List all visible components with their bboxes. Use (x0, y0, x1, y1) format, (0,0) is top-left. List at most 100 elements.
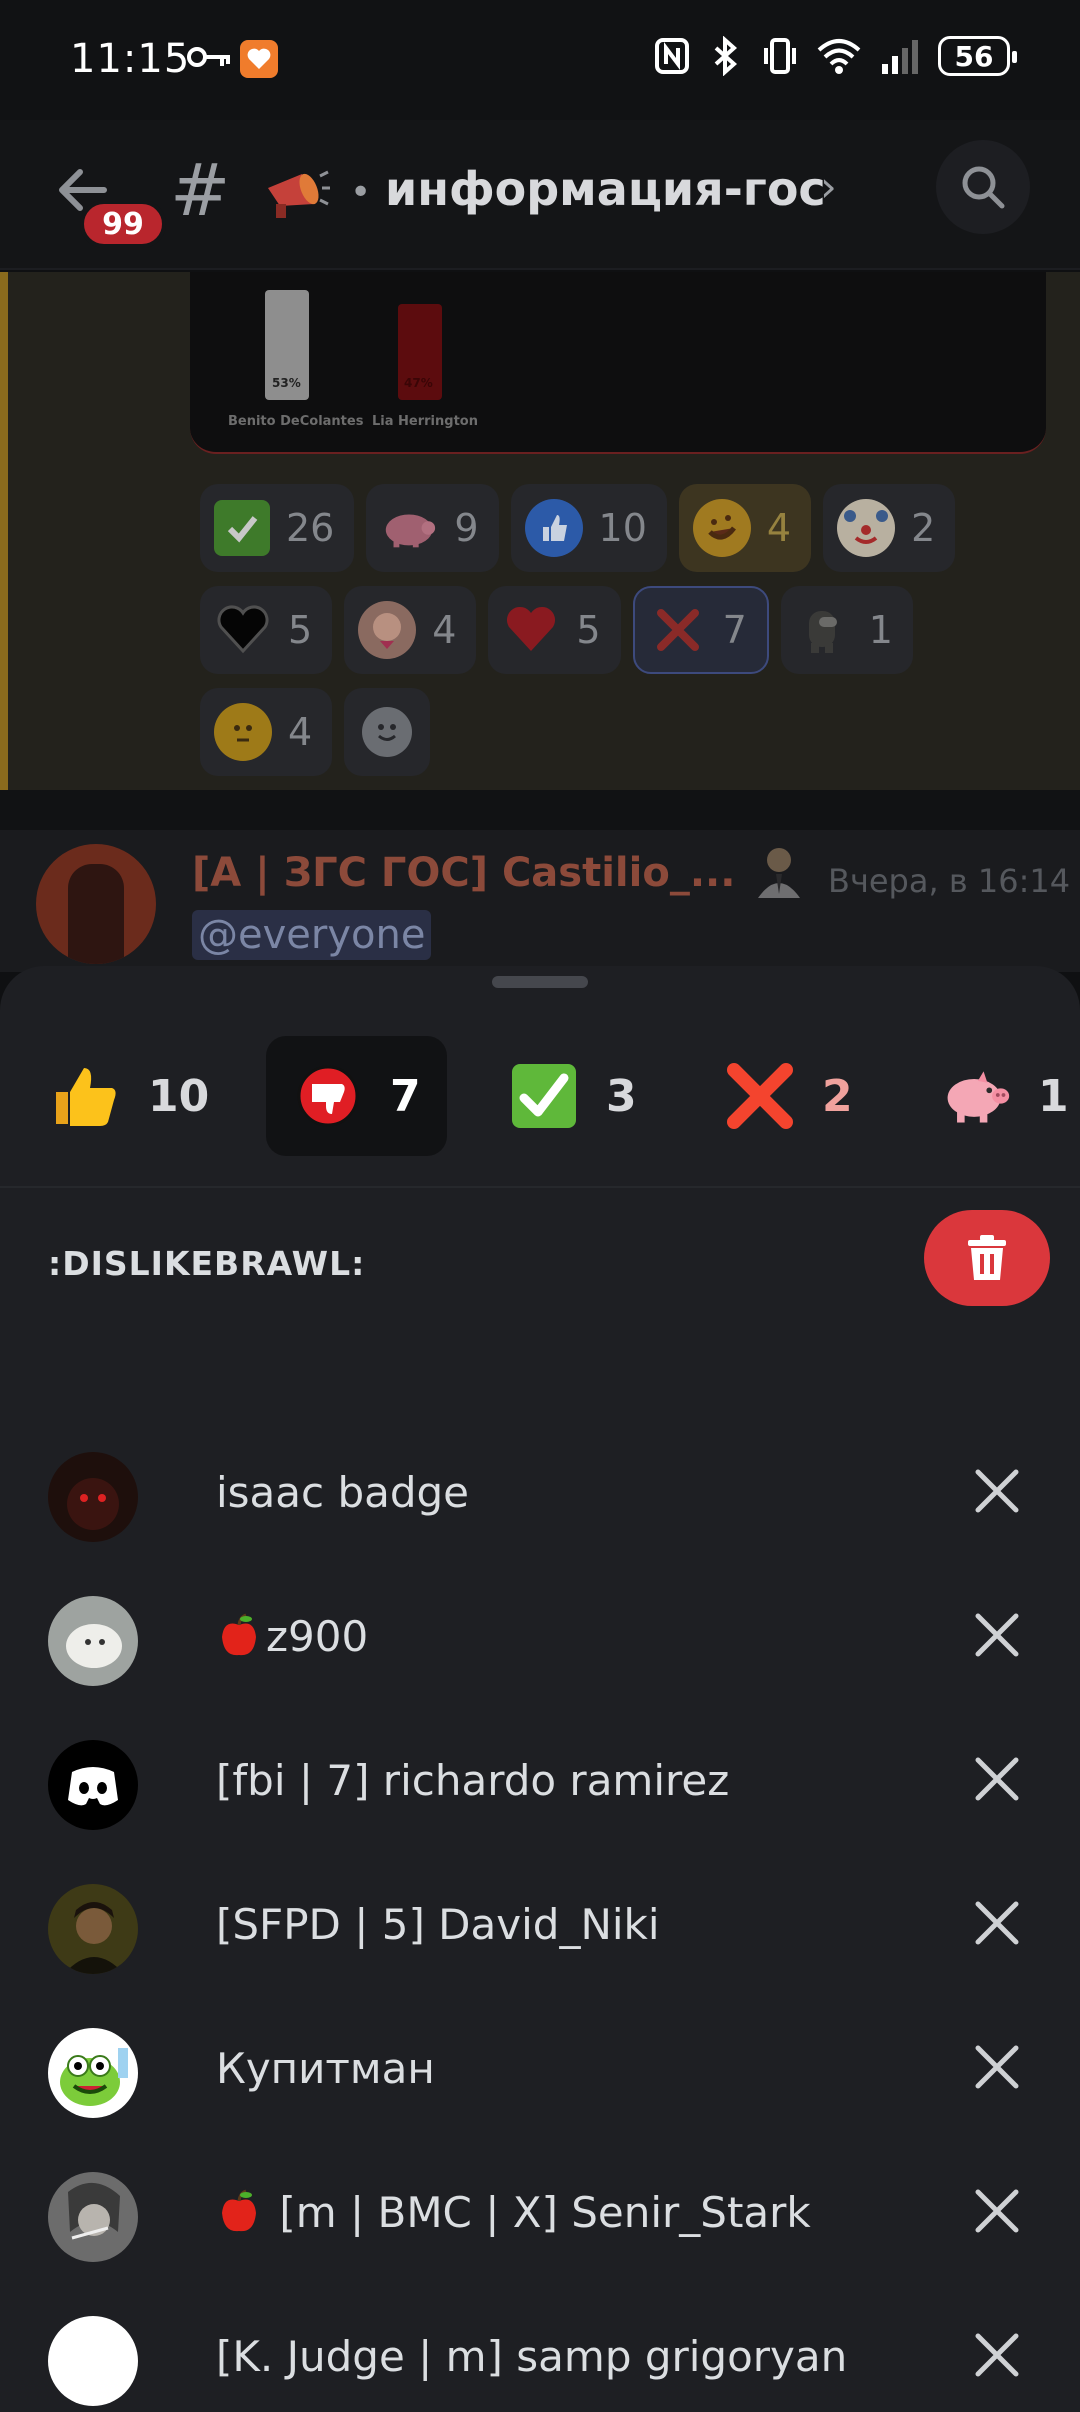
tab-count: 1 (1038, 1070, 1069, 1122)
close-icon[interactable] (972, 2042, 1022, 2092)
delete-reaction-button[interactable] (924, 1210, 1050, 1306)
reaction-user-list: isaac badge z900 [fbi | 7] richardo rami… (0, 1424, 1080, 2412)
avatar[interactable] (48, 2172, 138, 2262)
everyone-mention[interactable]: @everyone (192, 910, 432, 960)
close-icon[interactable] (972, 1898, 1022, 1948)
message-timestamp: Вчера, в 16:14 (828, 862, 1071, 900)
pig-icon (940, 1060, 1012, 1132)
reaction-thumbs-up-blue[interactable]: 10 (510, 484, 667, 572)
reaction-count: 5 (288, 608, 313, 652)
reaction-tabs: 10 7 3 2 1 (0, 1036, 1080, 1166)
avatar[interactable] (48, 2316, 138, 2406)
channel-header: 99 # • информация-гос › (0, 120, 1080, 270)
close-icon[interactable] (972, 2330, 1022, 2380)
nfc-icon (655, 38, 689, 74)
cross-mark-icon (724, 1060, 796, 1132)
list-item[interactable]: isaac badge (0, 1424, 1080, 1568)
reaction-clown[interactable]: 2 (823, 484, 956, 572)
channel-title[interactable]: информация-гос (385, 162, 826, 216)
health-app-icon (240, 40, 278, 78)
anime-girl-icon (358, 601, 417, 659)
tab-cross-mark[interactable]: 2 (698, 1036, 879, 1156)
reaction-count: 10 (598, 506, 647, 550)
avatar[interactable] (48, 1740, 138, 1830)
user-name: isaac badge (216, 1468, 470, 1517)
list-item[interactable]: [K. Judge | m] samp grigoryan (0, 2288, 1080, 2412)
message-author-avatar[interactable] (36, 844, 156, 964)
user-name: [fbi | 7] richardo ramirez (216, 1756, 730, 1805)
rofl-icon (692, 499, 751, 557)
close-icon[interactable] (972, 1754, 1022, 1804)
bluetooth-icon (714, 36, 738, 76)
selected-emoji-name: :DISLIKEBRAWL: (48, 1244, 366, 1283)
avatar[interactable] (48, 1452, 138, 1542)
avatar[interactable] (48, 1884, 138, 1974)
reaction-amogus[interactable]: 1 (780, 586, 913, 674)
status-bar: 11:15 56 (0, 0, 1080, 120)
search-icon (962, 166, 1005, 209)
unread-badge: 99 (80, 200, 166, 248)
message-author[interactable]: [А | ЗГС ГОС] Castilio_... (192, 850, 735, 896)
add-reaction-button[interactable] (344, 688, 431, 776)
poll-result-image[interactable]: 53% 47% Benito DeColantes Lia Herrington (190, 272, 1046, 454)
add-reaction-icon (362, 707, 413, 757)
check-mark-icon (508, 1060, 580, 1132)
reaction-pig[interactable]: 9 (366, 484, 499, 572)
vibrate-icon (764, 38, 796, 74)
black-heart-icon (214, 601, 272, 659)
tab-count: 10 (148, 1070, 210, 1122)
reaction-cross[interactable]: 7 (632, 586, 769, 674)
chat-area: 53% 47% Benito DeColantes Lia Herrington… (0, 272, 1080, 972)
close-icon[interactable] (972, 1466, 1022, 1516)
reaction-count: 4 (766, 506, 792, 550)
sheet-drag-handle[interactable] (492, 976, 588, 988)
reaction-count: 5 (576, 608, 601, 652)
thumbs-up-icon (50, 1060, 122, 1132)
reaction-rofl[interactable]: 4 (678, 484, 812, 572)
reaction-thinking[interactable]: 4 (200, 688, 333, 776)
amogus-icon (795, 601, 853, 659)
reaction-count: 9 (454, 506, 479, 550)
hash-icon: # (170, 148, 231, 232)
tab-thumbs-up[interactable]: 10 (24, 1036, 235, 1156)
list-item[interactable]: [fbi | 7] richardo ramirez (0, 1712, 1080, 1856)
poll-bar-2-percent: 47% (404, 376, 433, 390)
avatar[interactable] (48, 2028, 138, 2118)
reaction-count: 26 (286, 506, 335, 550)
poll-bar-1-percent: 53% (272, 376, 301, 390)
close-icon[interactable] (972, 1610, 1022, 1660)
signal-icon (882, 40, 918, 74)
role-icon (758, 848, 800, 898)
reaction-count: 2 (911, 506, 936, 550)
thinking-face-icon (214, 703, 272, 761)
reaction-anime-girl[interactable]: 4 (344, 586, 477, 674)
reaction-list: 26 9 10 4 2 5 4 5 7 1 4 (200, 484, 1020, 790)
list-item[interactable]: z900 (0, 1568, 1080, 1712)
tab-dislikebrawl[interactable]: 7 (266, 1036, 447, 1156)
reaction-count: 4 (432, 608, 457, 652)
reaction-black-heart[interactable]: 5 (200, 586, 333, 674)
list-item[interactable]: [m | BMC | X] Senir_Stark (0, 2144, 1080, 2288)
megaphone-icon (268, 170, 330, 218)
apple-icon (222, 1613, 256, 1656)
user-name: z900 (216, 1612, 368, 1661)
tab-count: 7 (390, 1070, 421, 1122)
thumbs-up-blue-icon (524, 499, 583, 557)
list-item[interactable]: Купитман (0, 2000, 1080, 2144)
mention-bar (0, 272, 8, 790)
tab-count: 2 (822, 1070, 853, 1122)
reaction-red-heart[interactable]: 5 (488, 586, 621, 674)
reaction-check[interactable]: 26 (200, 484, 355, 572)
battery-icon: 56 (938, 36, 1017, 76)
tab-pig[interactable]: 1 (914, 1036, 1080, 1156)
user-name: [SFPD | 5] David_Niki (216, 1900, 660, 1949)
red-heart-icon (502, 601, 560, 659)
wifi-icon (817, 39, 861, 74)
close-icon[interactable] (972, 2186, 1022, 2236)
search-button[interactable] (936, 140, 1030, 234)
status-time: 11:15 (70, 36, 191, 82)
chevron-right-icon[interactable]: › (820, 162, 837, 211)
tab-check-mark[interactable]: 3 (482, 1036, 663, 1156)
list-item[interactable]: [SFPD | 5] David_Niki (0, 1856, 1080, 2000)
avatar[interactable] (48, 1596, 138, 1686)
